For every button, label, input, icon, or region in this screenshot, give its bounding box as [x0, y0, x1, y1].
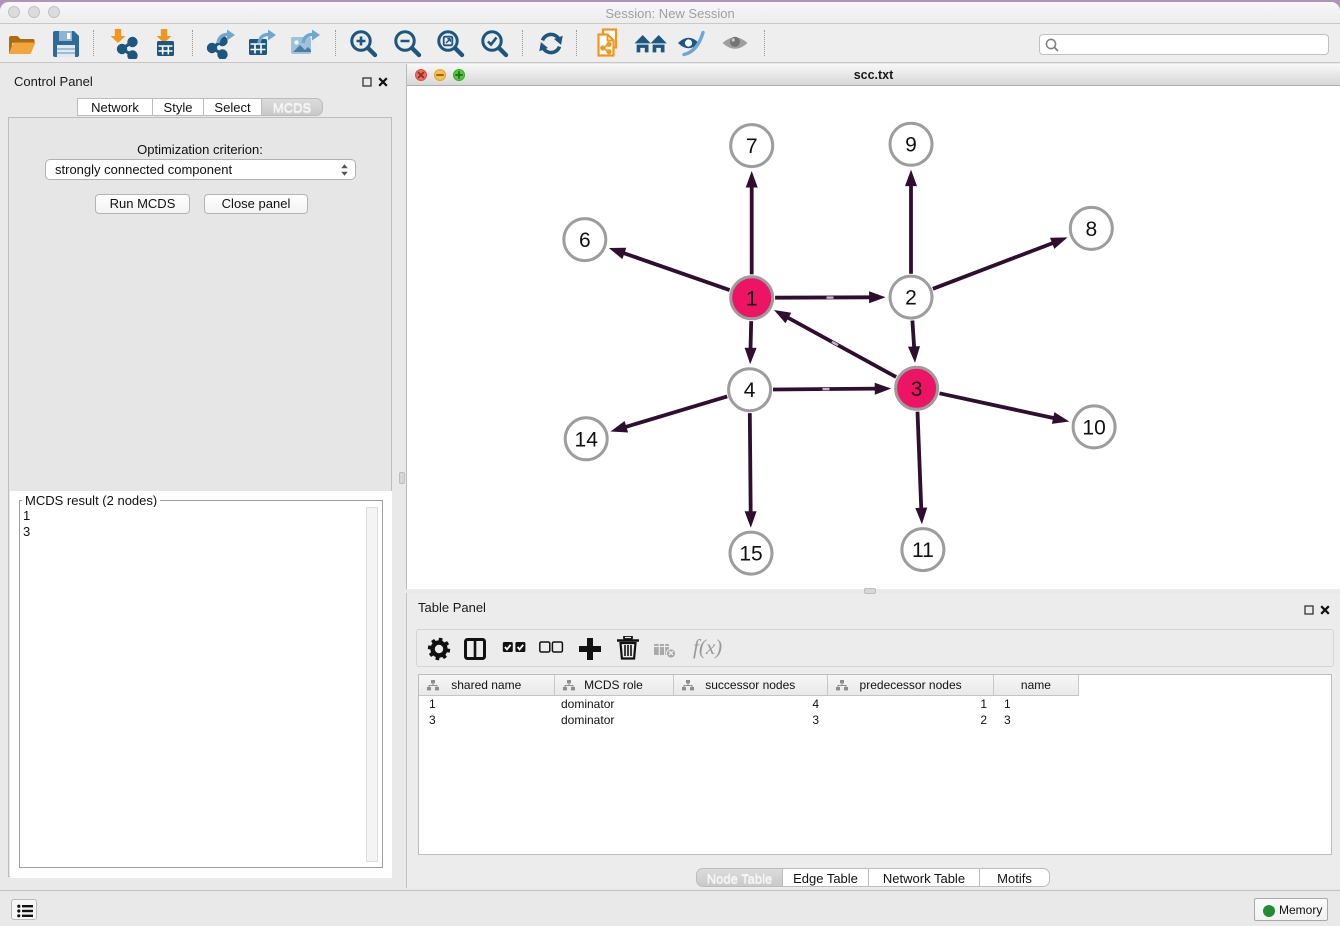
svg-text:14: 14 [575, 428, 599, 451]
svg-text:7: 7 [746, 135, 758, 158]
svg-text:10: 10 [1082, 416, 1105, 439]
svg-text:2: 2 [905, 287, 917, 310]
svg-text:6: 6 [579, 229, 591, 252]
svg-text:15: 15 [739, 543, 762, 566]
svg-text:8: 8 [1085, 218, 1097, 241]
svg-text:1: 1 [746, 287, 758, 310]
svg-text:4: 4 [744, 379, 756, 402]
svg-text:9: 9 [905, 134, 917, 157]
svg-text:3: 3 [911, 378, 923, 401]
svg-text:11: 11 [912, 539, 934, 562]
